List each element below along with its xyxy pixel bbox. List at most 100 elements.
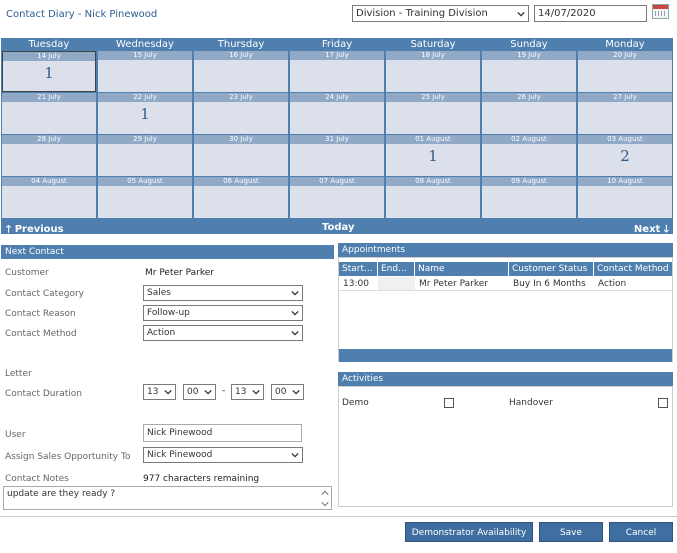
calendar-day-cell[interactable]: 26 July — [482, 93, 576, 134]
chevron-down-icon — [517, 11, 525, 17]
activity-label-handover: Handover — [509, 398, 553, 408]
calendar-day-cell[interactable]: 17 July — [290, 51, 384, 92]
calendar-date-label: 31 July — [290, 135, 384, 144]
calendar-day-cell[interactable]: 01 August 1 — [386, 135, 480, 176]
calendar-date-label: 10 August — [578, 177, 672, 186]
calendar-day-cell[interactable]: 03 August 2 — [578, 135, 672, 176]
calendar-date-label: 25 July — [386, 93, 480, 102]
previous-button[interactable]: 🡑 Previous — [6, 222, 64, 239]
appointments-header: Appointments — [338, 243, 673, 257]
calendar-day-cell[interactable]: 10 August — [578, 177, 672, 218]
chevron-down-icon — [291, 290, 299, 296]
calendar-date-label: 09 August — [482, 177, 576, 186]
calendar-day-cell[interactable]: 09 August — [482, 177, 576, 218]
characters-remaining: 977 characters remaining — [143, 474, 260, 484]
column-header[interactable]: Contact Method — [594, 262, 672, 276]
assign-sales-select[interactable]: Nick Pinewood — [143, 447, 303, 463]
user-input[interactable]: Nick Pinewood — [143, 424, 302, 442]
contact-reason-label: Contact Reason — [5, 309, 76, 319]
end-minute-select[interactable]: 00 — [271, 384, 304, 400]
activity-label-demo: Demo — [342, 398, 369, 408]
column-header[interactable]: Start... — [339, 262, 378, 276]
start-hour-select[interactable]: 13 — [143, 384, 176, 400]
start-minute-select[interactable]: 00 — [183, 384, 216, 400]
date-input[interactable]: 14/07/2020 — [534, 5, 647, 22]
calendar-day-cell[interactable]: 21 July — [2, 93, 96, 134]
calendar-date-label: 27 July — [578, 93, 672, 102]
save-button[interactable]: Save — [539, 522, 603, 542]
calendar-date-label: 04 August — [2, 177, 96, 186]
appointments-table-header: Start... End... Name Customer Status Con… — [339, 262, 672, 276]
calendar-day-cell[interactable]: 24 July — [290, 93, 384, 134]
end-hour-value: 13 — [235, 387, 247, 397]
calendar-day-cell[interactable]: 18 July — [386, 51, 480, 92]
demonstrator-availability-button[interactable]: Demonstrator Availability — [405, 522, 533, 542]
customer-label: Customer — [5, 268, 49, 278]
contact-reason-select[interactable]: Follow-up — [143, 305, 303, 321]
calendar-nav: 🡑 Previous Today Next 🡓 — [1, 221, 673, 235]
previous-label: Previous — [14, 224, 64, 235]
activities-panel: Demo Handover — [338, 386, 673, 507]
contact-category-select[interactable]: Sales — [143, 285, 303, 301]
calendar-day-cell[interactable]: 27 July — [578, 93, 672, 134]
calendar-day-cell[interactable]: 02 August — [482, 135, 576, 176]
handover-checkbox[interactable] — [658, 398, 668, 408]
calendar-date-label: 01 August — [386, 135, 480, 144]
next-button[interactable]: Next 🡓 — [634, 222, 669, 239]
calendar-day-cell[interactable]: 16 July — [194, 51, 288, 92]
contact-reason-value: Follow-up — [147, 308, 190, 318]
end-hour-select[interactable]: 13 — [231, 384, 264, 400]
calendar-icon[interactable] — [652, 4, 669, 19]
calendar-day-cell[interactable]: 06 August — [194, 177, 288, 218]
calendar-date-label: 16 July — [194, 51, 288, 60]
start-cell: 13:00 — [343, 279, 369, 289]
column-header[interactable]: Customer Status — [509, 262, 594, 276]
scroll-up-icon[interactable] — [321, 489, 329, 497]
calendar: Tuesday Wednesday Thursday Friday Saturd… — [1, 38, 673, 235]
calendar-day-cell[interactable]: 05 August — [98, 177, 192, 218]
contact-notes-textarea[interactable]: update are they ready ? — [3, 486, 332, 510]
footer-divider — [0, 516, 677, 517]
calendar-day-cell[interactable]: 07 August — [290, 177, 384, 218]
demo-checkbox[interactable] — [444, 398, 454, 408]
calendar-day-cell[interactable]: 28 July — [2, 135, 96, 176]
calendar-day-cell[interactable]: 29 July — [98, 135, 192, 176]
calendar-date-label: 22 July — [98, 93, 192, 102]
chevron-down-icon — [292, 389, 300, 395]
contact-category-value: Sales — [147, 288, 171, 298]
calendar-day-cell[interactable]: 23 July — [194, 93, 288, 134]
calendar-day-cell[interactable]: 25 July — [386, 93, 480, 134]
weekday-label: Monday — [605, 39, 645, 50]
calendar-day-cell[interactable]: 22 July 1 — [98, 93, 192, 134]
calendar-day-cell[interactable]: 15 July — [98, 51, 192, 92]
appointment-count[interactable]: 1 — [3, 64, 95, 82]
today-button[interactable]: Today — [322, 222, 354, 233]
calendar-day-cell[interactable]: 31 July — [290, 135, 384, 176]
calendar-day-cell[interactable]: 30 July — [194, 135, 288, 176]
appointment-count[interactable]: 1 — [386, 147, 480, 165]
column-header[interactable]: End... — [378, 262, 415, 276]
calendar-day-cell[interactable]: 08 August — [386, 177, 480, 218]
calendar-day-cell[interactable]: 19 July — [482, 51, 576, 92]
end-cell — [378, 277, 415, 290]
contact-method-cell: Action — [598, 279, 627, 289]
calendar-date-label: 06 August — [194, 177, 288, 186]
scroll-down-icon[interactable] — [321, 500, 329, 508]
calendar-day-cell[interactable]: 20 July — [578, 51, 672, 92]
calendar-date-label: 05 August — [98, 177, 192, 186]
calendar-date-label: 30 July — [194, 135, 288, 144]
calendar-day-cell[interactable]: 14 July 1 — [2, 51, 96, 92]
division-select[interactable]: Division - Training Division — [352, 5, 529, 22]
appointment-count[interactable]: 1 — [98, 105, 192, 123]
contact-method-select[interactable]: Action — [143, 325, 303, 341]
cancel-button[interactable]: Cancel — [609, 522, 673, 542]
contact-notes-label: Contact Notes — [5, 474, 69, 484]
name-cell: Mr Peter Parker — [419, 279, 488, 289]
appointment-count[interactable]: 2 — [578, 147, 672, 165]
calendar-date-label: 23 July — [194, 93, 288, 102]
weekday-label: Friday — [321, 39, 353, 50]
column-header[interactable]: Name — [415, 262, 509, 276]
table-row[interactable]: 13:00 Mr Peter Parker Buy In 6 Months Ac… — [339, 277, 672, 291]
next-contact-header: Next Contact — [1, 245, 334, 259]
calendar-day-cell[interactable]: 04 August — [2, 177, 96, 218]
